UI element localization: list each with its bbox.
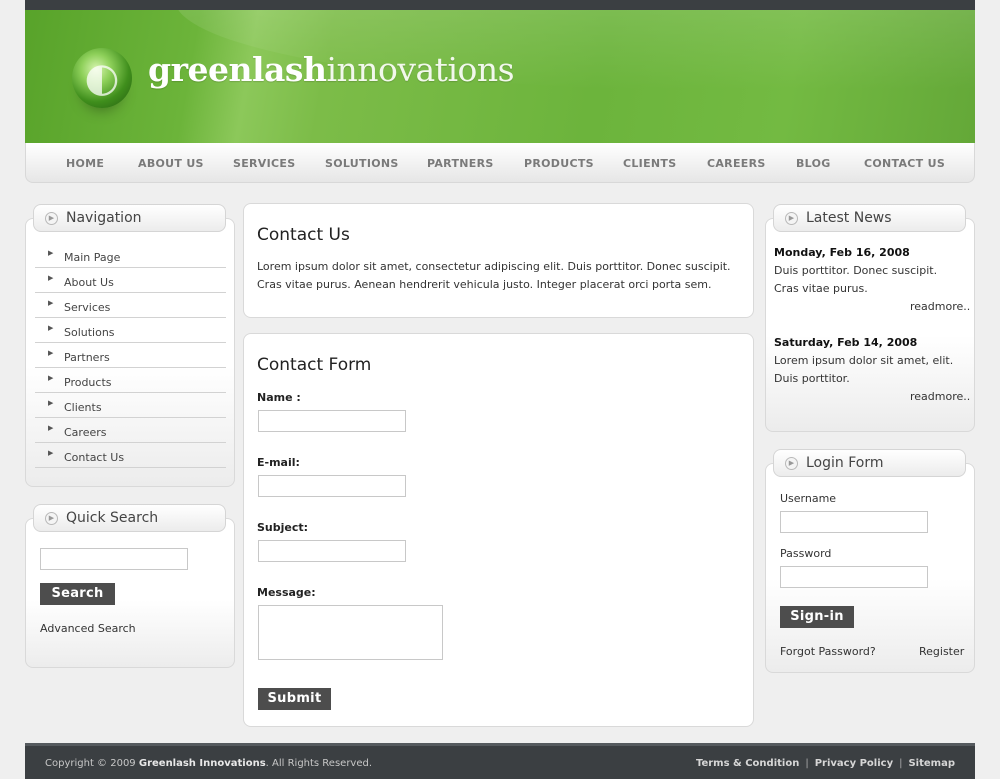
latest-news-tab: ▶ Latest News [773, 204, 966, 232]
sidebar-item-services[interactable]: ▶ Services [35, 293, 226, 318]
navigation-title: Navigation [66, 210, 142, 226]
bullet-icon: ▶ [45, 212, 58, 225]
copyright-suffix: . All Rights Reserved. [265, 758, 373, 769]
sidebar-item-label: Main Page [64, 251, 121, 264]
readmore-link[interactable]: readmore.. [910, 390, 970, 403]
username-label: Username [780, 492, 837, 505]
sidebar-item-label: Services [64, 301, 111, 314]
register-link[interactable]: Register [919, 645, 964, 658]
bullet-icon: ▶ [785, 212, 798, 225]
news-date: Monday, Feb 16, 2008 [774, 246, 910, 259]
nav-blog[interactable]: BLOG [796, 157, 831, 170]
sidebar-item-careers[interactable]: ▶ Careers [35, 418, 226, 443]
logo-light: innovations [326, 50, 515, 89]
contact-form-panel [243, 333, 754, 727]
nav-about-us[interactable]: ABOUT US [138, 157, 204, 170]
search-button[interactable]: Search [40, 583, 115, 605]
sitemap-link[interactable]: Sitemap [908, 758, 955, 769]
arrow-right-icon: ▶ [48, 299, 54, 307]
nav-solutions[interactable]: SOLUTIONS [325, 157, 399, 170]
footer: Copyright © 2009 Greenlash Innovations. … [25, 743, 975, 779]
contact-form-title: Contact Form [257, 355, 372, 375]
nav-contact-us[interactable]: CONTACT US [864, 157, 945, 170]
sidebar-item-label: Products [64, 376, 112, 389]
news-text: Duis porttitor. Donec suscipit. Cras vit… [774, 264, 938, 295]
sidebar-item-label: About Us [64, 276, 114, 289]
arrow-right-icon: ▶ [48, 374, 54, 382]
header-banner: ◐ greenlashinnovations [25, 10, 975, 143]
message-textarea[interactable] [258, 605, 443, 660]
username-input[interactable] [780, 511, 928, 533]
name-label: Name : [257, 391, 301, 404]
sidebar-item-solutions[interactable]: ▶ Solutions [35, 318, 226, 343]
nav-services[interactable]: SERVICES [233, 157, 295, 170]
arrow-right-icon: ▶ [48, 424, 54, 432]
bullet-icon: ▶ [45, 512, 58, 525]
globe-logo-icon: ◐ [72, 48, 132, 108]
subject-input[interactable] [258, 540, 406, 562]
submit-button[interactable]: Submit [258, 688, 331, 710]
sidebar-item-label: Solutions [64, 326, 115, 339]
advanced-search-link[interactable]: Advanced Search [40, 622, 136, 635]
news-text: Lorem ipsum dolor sit amet, elit. Duis p… [774, 354, 954, 385]
sidebar-item-contact-us[interactable]: ▶ Contact Us [35, 443, 226, 468]
sidebar-item-label: Careers [64, 426, 107, 439]
sidebar-item-label: Partners [64, 351, 110, 364]
copyright: Copyright © 2009 Greenlash Innovations. … [45, 758, 372, 769]
contact-us-text: Lorem ipsum dolor sit amet, consectetur … [257, 260, 731, 291]
nav-products[interactable]: PRODUCTS [524, 157, 594, 170]
bullet-icon: ▶ [785, 457, 798, 470]
readmore-link[interactable]: readmore.. [910, 300, 970, 313]
quick-search-title: Quick Search [66, 510, 159, 526]
login-title: Login Form [806, 455, 884, 471]
arrow-right-icon: ▶ [48, 449, 54, 457]
sidebar-item-partners[interactable]: ▶ Partners [35, 343, 226, 368]
quick-search-input[interactable] [40, 548, 188, 570]
email-input[interactable] [258, 475, 406, 497]
email-label: E-mail: [257, 456, 300, 469]
news-date: Saturday, Feb 14, 2008 [774, 336, 918, 349]
copyright-company: Greenlash Innovations [138, 758, 266, 769]
name-input[interactable] [258, 410, 406, 432]
password-input[interactable] [780, 566, 928, 588]
navigation-list: ▶ Main Page ▶ About Us ▶ Services ▶ Solution… [35, 243, 226, 468]
sidebar-item-main-page[interactable]: ▶ Main Page [35, 243, 226, 268]
sidebar-item-clients[interactable]: ▶ Clients [35, 393, 226, 418]
arrow-right-icon: ▶ [48, 274, 54, 282]
sidebar-item-label: Contact Us [64, 451, 125, 464]
sidebar-item-label: Clients [64, 401, 102, 414]
footer-links: Terms & Condition | Privacy Policy | Sitemap [695, 758, 955, 769]
latest-news-title: Latest News [806, 210, 892, 226]
nav-partners[interactable]: PARTNERS [427, 157, 494, 170]
site-logo[interactable]: greenlashinnovations [148, 50, 515, 89]
password-label: Password [780, 547, 832, 560]
nav-careers[interactable]: CAREERS [707, 157, 766, 170]
arrow-right-icon: ▶ [48, 349, 54, 357]
terms-link[interactable]: Terms & Condition [696, 758, 799, 769]
sidebar-item-about-us[interactable]: ▶ About Us [35, 268, 226, 293]
message-label: Message: [257, 586, 316, 599]
arrow-right-icon: ▶ [48, 249, 54, 257]
nav-clients[interactable]: CLIENTS [623, 157, 676, 170]
privacy-link[interactable]: Privacy Policy [815, 758, 893, 769]
sidebar-item-products[interactable]: ▶ Products [35, 368, 226, 393]
nav-home[interactable]: HOME [66, 157, 104, 170]
contact-us-title: Contact Us [257, 225, 350, 245]
subject-label: Subject: [257, 521, 309, 534]
forgot-password-link[interactable]: Forgot Password? [780, 645, 876, 658]
main-nav: HOME ABOUT US SERVICES SOLUTIONS PARTNER… [25, 143, 975, 183]
quick-search-tab: ▶ Quick Search [33, 504, 226, 532]
arrow-right-icon: ▶ [48, 399, 54, 407]
copyright-prefix: Copyright © 2009 [45, 758, 136, 769]
top-bar [25, 0, 975, 10]
navigation-tab: ▶ Navigation [33, 204, 226, 232]
signin-button[interactable]: Sign-in [780, 606, 854, 628]
logo-bold: greenlash [148, 50, 327, 89]
arrow-right-icon: ▶ [48, 324, 54, 332]
login-tab: ▶ Login Form [773, 449, 966, 477]
